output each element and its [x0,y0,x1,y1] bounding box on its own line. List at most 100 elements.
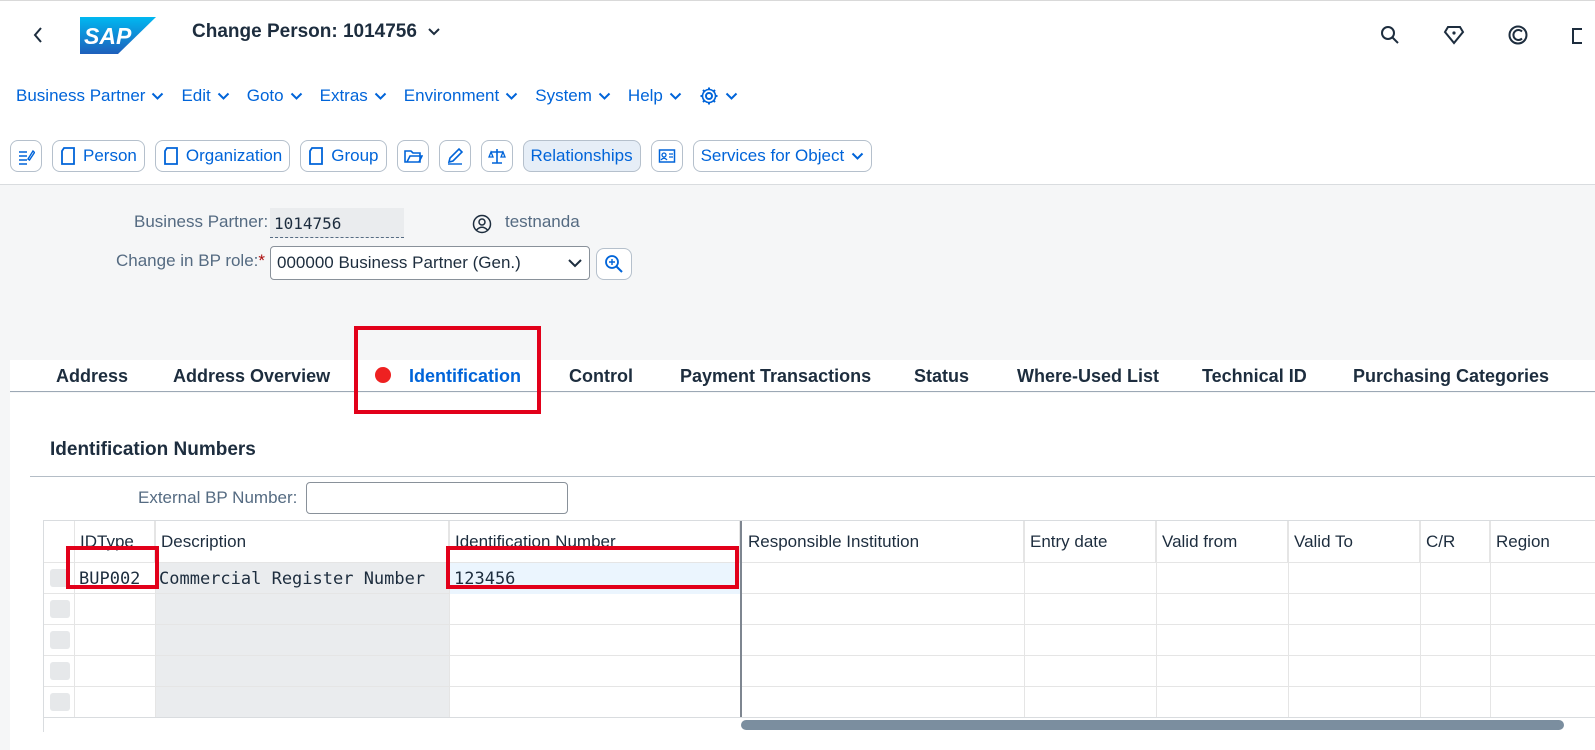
group-button[interactable]: Group [300,140,387,172]
chevron-down-icon [598,92,611,100]
relationships-button-label: Relationships [530,146,633,165]
chevron-down-icon [428,28,440,36]
identification-numbers-table: IDType Description Identification Number… [43,520,1595,733]
switch-change-button[interactable] [438,140,471,172]
tab-where-used-list[interactable]: Where-Used List [1017,360,1159,392]
compare-button[interactable] [480,140,513,172]
column-header-valid-to[interactable]: Valid To [1288,521,1420,562]
services-for-object-button[interactable]: Services for Object [692,140,873,172]
menu-help[interactable]: Help [628,86,682,106]
application-toolbar: Person Organization Group Relationships … [10,140,873,172]
back-icon[interactable] [26,21,50,49]
column-header-entry-date[interactable]: Entry date [1024,521,1156,562]
person-button[interactable]: Person [52,140,145,172]
tab-address[interactable]: Address [56,360,128,392]
column-divider [1156,521,1157,717]
column-divider [1024,521,1025,717]
edit-icon [447,147,463,165]
fixed-column-separator [740,521,742,733]
column-header-cr[interactable]: C/R [1420,521,1490,562]
open-folder-icon [403,150,423,163]
menu-bar: Business Partner Edit Goto Extras Enviro… [0,80,755,112]
menu-environment[interactable]: Environment [404,86,518,106]
row-divider [44,686,1595,687]
bp-role-value: 000000 Business Partner (Gen.) [277,253,521,272]
organization-button[interactable]: Organization [154,140,291,172]
column-divider [1288,521,1289,717]
required-marker: * [258,251,266,270]
cell-description: Commercial Register Number [159,568,426,589]
column-header-valid-from[interactable]: Valid from [1156,521,1288,562]
copilot-icon[interactable] [1504,21,1532,49]
bp-role-button[interactable] [650,140,683,172]
menu-settings[interactable] [699,86,738,106]
sap-logo: SAP [80,17,156,54]
row-selector[interactable] [50,662,70,680]
column-divider [74,521,75,717]
shell-bar: SAP Change Person: 1014756 [0,0,1595,68]
chevron-down-icon [506,92,518,100]
column-divider [1420,521,1421,717]
external-bp-number-label: External BP Number: [138,488,298,507]
menu-label: Business Partner [16,86,146,105]
new-document-icon [61,147,75,165]
tab-control[interactable]: Control [569,360,633,392]
tab-purchasing-categories[interactable]: Purchasing Categories [1353,360,1549,392]
organization-button-label: Organization [185,146,283,165]
menu-goto[interactable]: Goto [247,86,303,106]
row-selector[interactable] [50,569,70,587]
balance-icon [487,149,506,164]
menu-edit[interactable]: Edit [181,86,229,106]
cell-identification-number[interactable]: 123456 [450,563,740,594]
document-edit-icon [19,149,35,165]
chevron-down-icon [669,92,682,100]
display-change-button[interactable] [10,140,42,172]
column-header-region[interactable]: Region [1490,521,1595,562]
business-partner-label: Business Partner: [134,212,269,231]
column-header-description[interactable]: Description [155,521,449,562]
app-title[interactable]: Change Person: 1014756 [192,21,441,43]
menu-business-partner[interactable]: Business Partner [16,86,164,106]
open-button[interactable] [396,140,429,172]
app-title-text: Change Person: 1014756 [192,21,417,42]
relationships-button[interactable]: Relationships [522,140,641,172]
tab-status[interactable]: Status [914,360,969,392]
column-header-idtype[interactable]: IDType [74,521,155,562]
row-selector[interactable] [50,693,70,711]
row-selector[interactable] [50,631,70,649]
group-button-label: Group [331,146,379,165]
search-icon[interactable] [1376,21,1404,49]
chevron-down-icon [374,92,387,100]
scrollbar-thumb[interactable] [741,720,1564,730]
column-header-identification-number[interactable]: Identification Number [449,521,740,562]
tab-payment-transactions[interactable]: Payment Transactions [680,360,871,392]
menu-label: Edit [181,86,211,105]
cell-idtype[interactable]: BUP002 [75,563,155,594]
business-partner-field[interactable]: 1014756 [270,208,404,238]
row-selector[interactable] [50,600,70,618]
chevron-down-icon [725,92,738,100]
chevron-down-icon [568,259,582,268]
diamond-icon[interactable] [1440,21,1468,49]
role-search-button[interactable] [596,248,632,280]
chevron-down-icon [851,152,864,160]
menu-label: Help [627,86,663,105]
notification-icon[interactable] [1566,21,1586,49]
column-header-responsible-institution[interactable]: Responsible Institution [742,521,1024,562]
bp-role-select[interactable]: 000000 Business Partner (Gen.) [270,246,590,280]
tab-address-overview[interactable]: Address Overview [173,360,330,392]
services-button-label: Services for Object [700,146,845,165]
new-document-icon [309,147,324,165]
tab-identification[interactable]: Identification [369,360,525,396]
tab-technical-id[interactable]: Technical ID [1202,360,1307,392]
user-icon [470,212,494,236]
chevron-down-icon [217,92,229,100]
new-document-icon [163,147,178,165]
row-divider [44,624,1595,625]
menu-extras[interactable]: Extras [320,86,387,106]
menu-label: System [535,86,592,105]
svg-text:SAP: SAP [84,23,132,49]
menu-system[interactable]: System [535,86,611,106]
external-bp-number-input[interactable] [306,482,568,514]
menu-label: Goto [246,86,284,105]
